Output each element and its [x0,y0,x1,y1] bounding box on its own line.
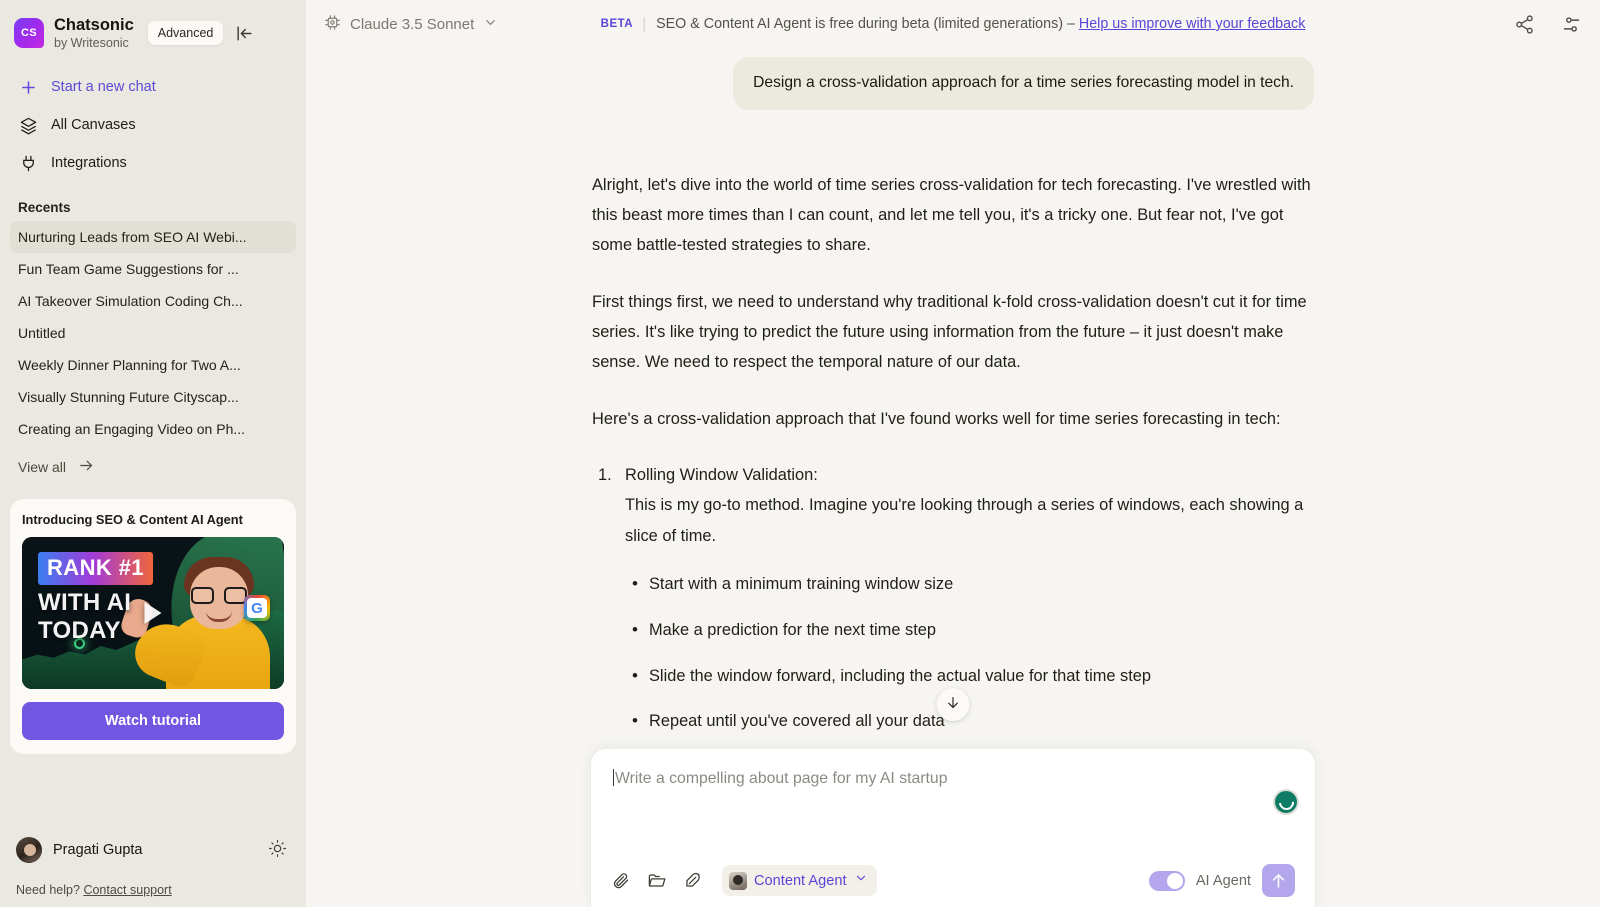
need-help-text: Need help? Contact support [16,863,290,897]
collapse-sidebar-icon[interactable] [233,22,255,44]
sidebar-item-label: Integrations [51,155,127,171]
view-all-button[interactable]: View all [0,445,306,477]
agent-label: Content Agent [754,872,847,889]
app-root: CS Chatsonic by Writesonic Advanced Star… [0,0,1600,907]
list-item[interactable]: Creating an Engaging Video on Ph... [10,413,296,445]
scroll-to-bottom-button[interactable] [936,688,970,721]
brand-subtitle: by Writesonic [54,35,129,50]
composer-toolbar: Content Agent AI Agent [591,864,1315,897]
assistant-paragraph: First things first, we need to understan… [592,292,1307,372]
chevron-down-icon [854,871,868,890]
need-help-label: Need help? [16,883,80,897]
google-icon: G [244,595,270,621]
sidebar: CS Chatsonic by Writesonic Advanced Star… [0,0,306,907]
topbar: Claude 3.5 Sonnet BETA SEO & Content AI … [306,0,1600,48]
list-item[interactable]: Fun Team Game Suggestions for ... [10,253,296,285]
assistant-paragraph: Here's a cross-validation approach that … [592,409,1281,428]
list-item: Slide the window forward, including the … [632,664,1314,711]
agent-selector[interactable]: Content Agent [722,865,877,896]
send-button[interactable] [1262,864,1295,897]
text-caret [613,769,614,786]
list-item[interactable]: AI Takeover Simulation Coding Ch... [10,285,296,317]
model-name: Claude 3.5 Sonnet [350,15,475,33]
main-area: Claude 3.5 Sonnet BETA SEO & Content AI … [306,0,1600,907]
list-body: Rolling Window Validation: This is my go… [625,460,1314,756]
assistant-message: Alright, let's dive into the world of ti… [592,110,1314,757]
sidebar-item-label: Start a new chat [51,79,156,95]
user-message-row: Design a cross-validation approach for a… [592,57,1314,110]
user-message: Design a cross-validation approach for a… [733,57,1314,110]
view-all-label: View all [18,459,66,475]
composer-input-area[interactable]: Write a compelling about page for my AI … [591,749,1315,815]
chat-thread: Design a cross-validation approach for a… [592,48,1314,756]
ai-agent-label: AI Agent [1195,872,1251,889]
settings-sliders-icon[interactable] [1561,14,1582,35]
promo-video-thumbnail[interactable]: RANK #1 WITH AI TODAY G [22,537,284,689]
arrow-right-icon [78,457,95,477]
sidebar-item-start-new-chat[interactable]: Start a new chat [0,68,306,106]
chip-icon [324,14,341,35]
list-item: Make a prediction for the next time step [632,618,1314,665]
beta-message-text: SEO & Content AI Agent is free during be… [656,16,1079,32]
plus-icon [18,77,38,97]
recents-heading: Recents [18,200,71,215]
recents-list: Nurturing Leads from SEO AI Webi... Fun … [0,221,306,445]
topbar-actions [1514,14,1582,35]
thumbnail-rank-text: RANK #1 [38,552,153,585]
attachment-icon[interactable] [611,871,631,891]
feedback-link[interactable]: Help us improve with your feedback [1079,16,1305,32]
sidebar-item-label: All Canvases [51,117,136,133]
list-item[interactable]: Untitled [10,317,296,349]
model-selector[interactable]: Claude 3.5 Sonnet [318,10,504,39]
list-item[interactable]: Visually Stunning Future Cityscap... [10,381,296,413]
bullet-list: Start with a minimum training window siz… [625,572,1314,756]
sidebar-item-all-canvases[interactable]: All Canvases [0,106,306,144]
sidebar-item-integrations[interactable]: Integrations [0,144,306,182]
chatsonic-logo: CS [14,18,44,48]
brand-block: Chatsonic by Writesonic [54,16,134,50]
composer-placeholder: Write a compelling about page for my AI … [615,770,948,787]
chevron-down-icon [483,15,498,34]
user-name: Pragati Gupta [53,842,143,858]
promo-card: Introducing SEO & Content AI Agent RANK … [10,499,296,754]
beta-message: SEO & Content AI Agent is free during be… [656,16,1305,32]
folder-icon[interactable] [647,871,667,891]
arrow-down-icon [945,694,962,716]
list-number: 1. [598,466,612,485]
list-item[interactable]: Nurturing Leads from SEO AI Webi... [10,221,296,253]
user-row[interactable]: Pragati Gupta [16,823,290,863]
message-composer: Write a compelling about page for my AI … [590,748,1316,907]
plug-icon [18,153,38,173]
advanced-badge[interactable]: Advanced [147,21,224,45]
list-item-heading: Rolling Window Validation: [625,466,818,485]
list-item[interactable]: Weekly Dinner Planning for Two A... [10,349,296,381]
thumbnail-line2-text: WITH AI [38,589,132,616]
assistant-paragraph: Alright, let's dive into the world of ti… [592,175,1311,255]
watch-tutorial-button[interactable]: Watch tutorial [22,702,284,740]
avatar [16,837,42,863]
ai-agent-toggle[interactable] [1148,870,1185,891]
feather-icon[interactable] [683,871,703,891]
agent-avatar-icon [729,871,747,890]
promo-title: Introducing SEO & Content AI Agent [22,512,243,527]
beta-badge: BETA [600,18,634,30]
brand-name: Chatsonic [54,15,134,34]
thumbnail-line3-text: TODAY [38,617,121,644]
contact-support-link[interactable]: Contact support [83,883,171,897]
share-icon[interactable] [1514,14,1535,35]
list-item-description: This is my go-to method. Imagine you're … [625,496,1304,545]
beta-banner: BETA SEO & Content AI Agent is free duri… [601,16,1306,32]
sidebar-nav: Start a new chat All Canvases Integratio… [0,54,306,182]
layers-icon [18,115,38,135]
theme-toggle-icon[interactable] [268,839,290,861]
sidebar-footer: Pragati Gupta Need help? Contact support [0,823,306,907]
play-icon[interactable] [144,602,162,624]
composer-right-actions: AI Agent [1148,864,1295,897]
grammarly-icon[interactable] [1273,789,1299,815]
divider [644,16,646,32]
list-item: Start with a minimum training window siz… [632,572,1314,619]
sidebar-header: CS Chatsonic by Writesonic Advanced [0,0,306,54]
